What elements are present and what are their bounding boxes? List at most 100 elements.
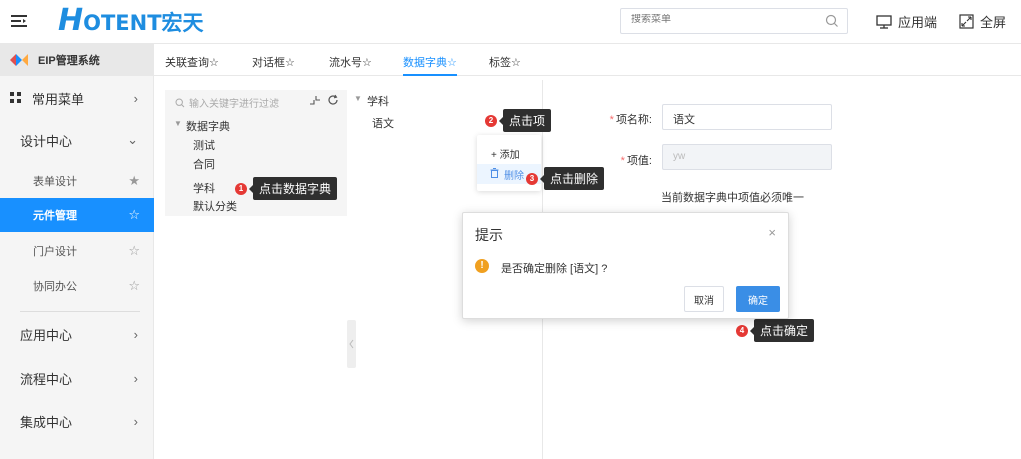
logo-letter: H [58, 3, 84, 38]
sidebar-item-app-center[interactable]: 应用中心 › [0, 314, 154, 354]
tree-filter-placeholder: 输入关键字进行过滤 [189, 99, 279, 110]
context-menu-add[interactable]: + 添加 [491, 146, 520, 161]
item-name-value: 语文 [673, 114, 695, 126]
item-value-hint: 当前数据字典中项值必须唯一 [661, 192, 804, 204]
system-title-bar: EIP管理系统 [0, 44, 154, 76]
sidebar-sub-collab-office[interactable]: 协同办公 ☆ [0, 269, 154, 303]
callout-number: 3 [526, 172, 538, 185]
caret-down-icon[interactable]: ▼ [174, 119, 182, 128]
callout-number: 1 [235, 182, 247, 195]
app-end-label: 应用端 [898, 15, 938, 30]
tab-related-query[interactable]: 关联查询☆ [165, 54, 219, 70]
tab-data-dictionary[interactable]: 数据字典☆ [403, 54, 457, 76]
caret-down-icon[interactable]: ▼ [354, 94, 362, 103]
dialog-message: 是否确定删除 [语文] ? [501, 263, 608, 275]
item-value-value: yw [673, 151, 686, 162]
tab-tags[interactable]: 标签☆ [489, 54, 521, 70]
sidebar-sub-label: 表单设计 [33, 176, 77, 188]
star-outline-icon[interactable]: ☆ [128, 243, 140, 259]
callout-number: 4 [736, 324, 748, 337]
item-name-label-text: 项名称: [615, 114, 652, 126]
search-icon [175, 97, 185, 107]
item-value-input[interactable]: yw [662, 144, 832, 170]
callout-label: 点击项 [498, 109, 552, 132]
monitor-icon [876, 14, 892, 29]
fullscreen-label: 全屏 [980, 15, 1007, 30]
sidebar-item-label: 应用中心 [20, 327, 73, 343]
confirm-dialog: 提示 × ! 是否确定删除 [语文] ? 取消 确定 [462, 212, 789, 319]
item-value-label-text: 项值: [626, 155, 652, 167]
menu-toggle-icon[interactable] [10, 12, 28, 30]
tree-node-default[interactable]: 默认分类 [193, 198, 237, 214]
sidebar-item-label: 设计中心 [20, 133, 73, 149]
panel-collapse-handle[interactable] [347, 320, 356, 368]
top-header: H OTENT宏天 应用端 全屏 [0, 0, 1021, 44]
tab-dialog[interactable]: 对话框☆ [252, 54, 295, 70]
callout-4: 4 点击确定 [736, 319, 815, 342]
chevron-right-icon: › [133, 90, 138, 106]
trash-icon [490, 168, 499, 178]
sidebar-sub-label: 门户设计 [33, 246, 77, 258]
mid-tree-node-chinese[interactable]: 语文 [372, 115, 394, 131]
sidebar-item-common[interactable]: 常用菜单 › [0, 80, 154, 116]
system-title: EIP管理系统 [38, 55, 100, 67]
sidebar-item-label: 常用菜单 [32, 91, 85, 107]
tree-root[interactable]: 数据字典 [186, 118, 230, 134]
tree-node-test[interactable]: 测试 [193, 137, 215, 153]
grid-icon [10, 92, 21, 103]
item-name-label: * 项名称: [600, 111, 652, 127]
fullscreen-button[interactable]: 全屏 [959, 12, 1006, 31]
search-icon[interactable] [825, 14, 839, 28]
sidebar: EIP管理系统 常用菜单 › 设计中心 ⌄ 表单设计 ★ 元件管理 ☆ 门户设计… [0, 44, 154, 459]
chevron-right-icon: › [133, 326, 138, 342]
star-icon[interactable]: ★ [128, 173, 140, 189]
sidebar-sub-portal-design[interactable]: 门户设计 ☆ [0, 234, 154, 268]
brand-logo: H OTENT宏天 [58, 6, 204, 36]
tree-node-subject[interactable]: 学科 [193, 180, 215, 196]
required-mark: * [609, 114, 614, 126]
sidebar-item-label: 流程中心 [20, 371, 73, 387]
chevron-down-icon: ⌄ [127, 132, 138, 147]
sidebar-sub-form-design[interactable]: 表单设计 ★ [0, 164, 154, 198]
confirm-button[interactable]: 确定 [736, 286, 780, 312]
callout-1: 1 点击数据字典 [235, 177, 338, 200]
sidebar-divider [20, 311, 140, 312]
tree-filter[interactable]: 输入关键字进行过滤 [175, 95, 279, 110]
app-end-button[interactable]: 应用端 [876, 12, 937, 31]
star-outline-icon[interactable]: ☆ [128, 278, 140, 294]
search-input[interactable] [631, 14, 811, 25]
callout-number: 2 [485, 114, 497, 127]
close-icon[interactable]: × [768, 225, 776, 240]
sidebar-item-label: 集成中心 [20, 414, 73, 430]
collapse-icon[interactable] [309, 95, 321, 105]
callout-label: 点击数据字典 [248, 177, 338, 200]
callout-2: 2 点击项 [485, 109, 552, 132]
chevron-left-icon [349, 339, 354, 349]
dialog-title: 提示 [475, 227, 503, 243]
tree-node-contract[interactable]: 合同 [193, 156, 215, 172]
item-value-label: * 项值: [600, 152, 652, 168]
sidebar-item-design-center[interactable]: 设计中心 ⌄ [0, 120, 154, 160]
mid-tree-node-subject[interactable]: 学科 [367, 93, 389, 109]
sidebar-item-flow-center[interactable]: 流程中心 › [0, 358, 154, 398]
item-name-input[interactable]: 语文 [662, 104, 832, 130]
sidebar-item-integration-center[interactable]: 集成中心 › [0, 401, 154, 441]
callout-label: 点击确定 [749, 319, 815, 342]
tab-serial-number[interactable]: 流水号☆ [329, 54, 372, 70]
context-menu-delete-label: 删除 [504, 171, 524, 182]
menu-search[interactable] [620, 8, 848, 34]
chevron-right-icon: › [133, 413, 138, 429]
sidebar-sub-label: 协同办公 [33, 281, 77, 293]
sidebar-sub-component-mgmt[interactable]: 元件管理 ☆ [0, 198, 154, 232]
system-logo-icon [10, 54, 28, 66]
required-mark: * [620, 155, 625, 167]
tab-bar: 关联查询☆ 对话框☆ 流水号☆ 数据字典☆ 标签☆ [154, 44, 1021, 76]
star-outline-icon[interactable]: ☆ [128, 207, 140, 223]
refresh-icon[interactable] [327, 94, 339, 106]
callout-label: 点击删除 [539, 167, 605, 190]
warning-icon: ! [475, 259, 489, 273]
chevron-right-icon: › [133, 370, 138, 386]
logo-text: OTENT宏天 [83, 11, 204, 35]
cancel-button[interactable]: 取消 [684, 286, 724, 312]
sidebar-sub-label: 元件管理 [33, 210, 77, 222]
